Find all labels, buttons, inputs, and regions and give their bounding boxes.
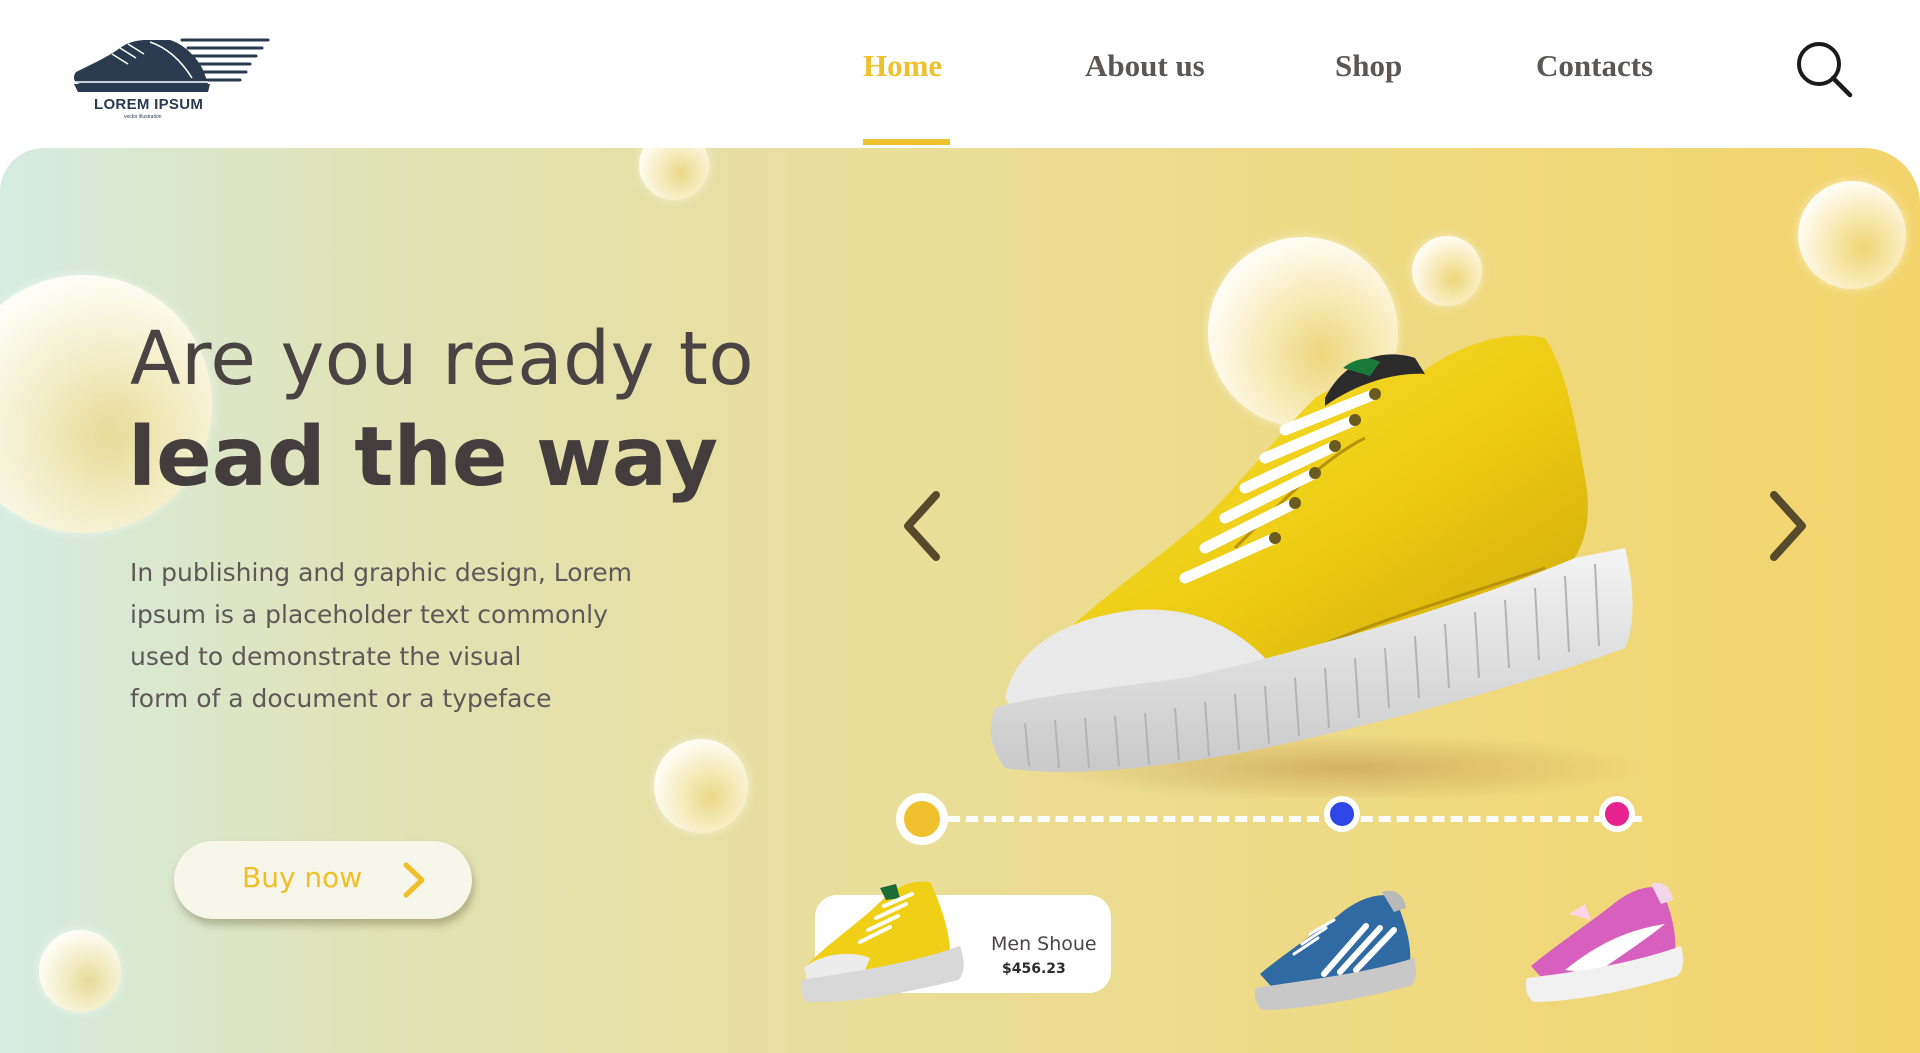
buy-now-label: Buy now bbox=[242, 861, 363, 894]
description-line: used to demonstrate the visual bbox=[130, 642, 522, 671]
search-icon[interactable] bbox=[1795, 40, 1853, 98]
running-shoe-logo-icon bbox=[73, 38, 270, 92]
decor-bubble bbox=[639, 148, 709, 200]
headline-line-1: Are you ready to bbox=[130, 316, 755, 402]
nav-about-us[interactable]: About us bbox=[1085, 48, 1205, 84]
headline-line-2: lead the way bbox=[128, 410, 719, 505]
featured-sneaker-image bbox=[990, 335, 1645, 798]
description-line: In publishing and graphic design, Lorem bbox=[130, 558, 632, 587]
decor-bubble bbox=[1412, 236, 1482, 306]
carousel-dot-3[interactable] bbox=[1599, 796, 1635, 832]
product-thumb-blue[interactable] bbox=[1254, 878, 1424, 1014]
hero-description: In publishing and graphic design, Lorem … bbox=[130, 552, 690, 720]
hero-section: Are you ready to lead the way In publish… bbox=[0, 148, 1920, 1053]
decor-bubble bbox=[1798, 181, 1906, 289]
carousel-dot-2[interactable] bbox=[1324, 796, 1360, 832]
nav-home[interactable]: Home bbox=[863, 48, 942, 84]
product-name: Men Shoue bbox=[991, 933, 1097, 955]
nav-active-indicator bbox=[863, 139, 950, 145]
brand-name: LOREM IPSUM bbox=[94, 96, 204, 113]
decor-bubble bbox=[654, 739, 748, 833]
carousel-track bbox=[930, 816, 1642, 822]
product-thumb-pink[interactable] bbox=[1525, 874, 1685, 1006]
nav-shop[interactable]: Shop bbox=[1335, 48, 1402, 84]
brand-logo[interactable]: LOREM IPSUM vector illustration bbox=[72, 34, 272, 124]
chevron-right-icon[interactable] bbox=[1764, 489, 1810, 563]
brand-tagline: vector illustration bbox=[124, 114, 162, 120]
decor-bubble bbox=[39, 930, 121, 1012]
buy-now-button[interactable]: Buy now bbox=[174, 841, 472, 919]
description-line: form of a document or a typeface bbox=[130, 684, 552, 713]
nav-contacts[interactable]: Contacts bbox=[1536, 48, 1653, 84]
carousel-dot-1[interactable] bbox=[896, 793, 948, 845]
chevron-right-icon bbox=[403, 862, 425, 898]
chevron-left-icon[interactable] bbox=[900, 489, 946, 563]
product-price: $456.23 bbox=[1002, 961, 1066, 977]
description-line: ipsum is a placeholder text commonly bbox=[130, 600, 608, 629]
product-thumb-yellow[interactable] bbox=[800, 872, 970, 1008]
